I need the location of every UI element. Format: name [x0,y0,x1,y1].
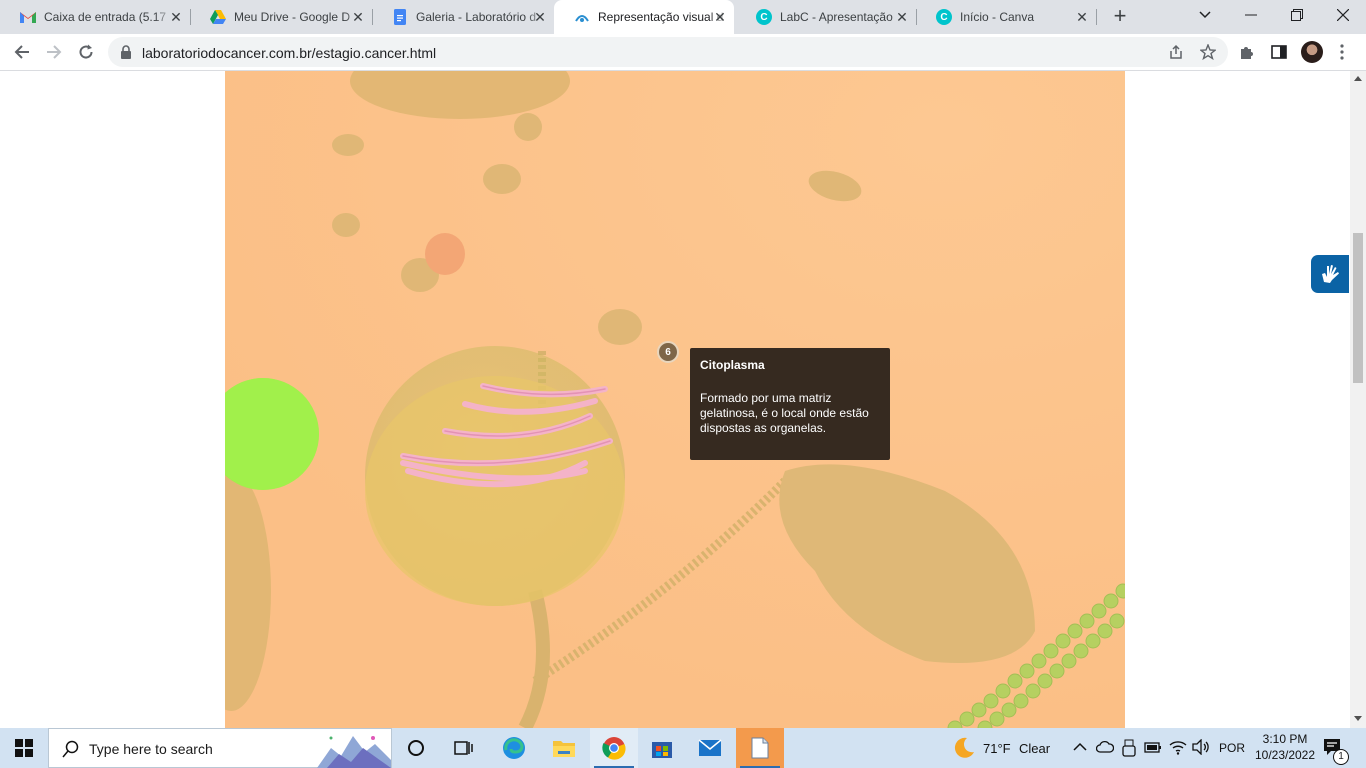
hotspot-marker[interactable]: 6 [657,341,679,363]
close-tab-icon[interactable]: ✕ [1074,9,1090,25]
onedrive-cloud-icon[interactable] [1095,740,1115,757]
arrow-left-icon [14,45,29,59]
reload-button[interactable] [72,38,100,66]
microsoft-store-app[interactable] [638,728,686,768]
reload-icon [79,44,93,59]
canva-icon: C [756,9,772,25]
close-tab-icon[interactable]: ✕ [894,9,910,25]
chevron-up-icon[interactable] [1073,741,1087,755]
arrow-right-icon [47,45,62,59]
clock-date: 10/23/2022 [1254,748,1316,762]
start-button[interactable] [0,728,48,768]
close-tab-icon[interactable]: ✕ [712,9,728,25]
taskbar-search-box[interactable]: Type here to search [48,728,392,768]
tab-inicio-canva[interactable]: C Início - Canva ✕ [916,0,1096,34]
canva-icon: C [936,9,952,25]
input-language[interactable]: POR [1219,741,1245,755]
store-icon [652,742,672,758]
tab-labc-apresentacao[interactable]: C LabC - Apresentação ✕ [736,0,916,34]
notification-count-badge: 1 [1333,749,1349,765]
document-icon [751,737,769,759]
cell-illustration: 6 Citoplasma Formado por uma matriz gela… [225,71,1125,728]
task-view-button[interactable] [392,728,440,768]
weather-condition[interactable]: Clear [1019,741,1050,756]
battery-icon[interactable] [1144,740,1162,757]
system-clock[interactable]: 3:10 PM 10/23/2022 [1245,731,1325,763]
web-page: 6 Citoplasma Formado por uma matriz gela… [0,71,1350,728]
folder-icon [553,741,575,757]
profile-avatar[interactable] [1301,41,1323,63]
tooltip-title: Citoplasma [700,358,765,372]
chrome-icon [602,737,626,760]
search-highlight-illustration [317,736,391,768]
page-scrollbar[interactable] [1350,71,1366,728]
windows-logo-icon [15,739,33,757]
url-text[interactable]: laboratoriodocancer.com.br/estagio.cance… [142,45,436,61]
task-view-app[interactable] [440,728,488,768]
side-panel-icon[interactable] [1269,42,1289,62]
chevron-down-icon [1199,11,1211,19]
wifi-icon[interactable] [1169,739,1187,758]
cell-artwork [225,71,1125,728]
edge-app[interactable] [490,728,538,768]
site-icon [574,9,590,25]
minimize-icon [1245,14,1257,16]
tab-google-drive[interactable]: Meu Drive - Google D ✕ [190,0,372,34]
close-icon [1337,9,1349,21]
minimize-button[interactable] [1228,0,1274,30]
tab-representacao-visual[interactable]: Representação visual d ✕ [554,0,734,34]
mail-icon [698,739,722,756]
close-tab-icon[interactable]: ✕ [350,9,366,25]
hand-icon [1322,265,1339,283]
scroll-up-icon[interactable] [1354,76,1362,81]
volume-icon[interactable] [1192,738,1210,758]
kebab-menu-icon[interactable] [1332,42,1352,62]
forward-button[interactable] [40,38,68,66]
address-bar[interactable]: laboratoriodocancer.com.br/estagio.cance… [108,37,1228,67]
chrome-app[interactable] [590,728,638,768]
google-drive-icon [210,9,226,25]
extensions-puzzle-icon[interactable] [1237,42,1257,62]
tooltip-body: Formado por uma matriz gelatinosa, é o l… [700,391,869,435]
usb-device-icon[interactable] [1122,739,1136,760]
new-tab-button[interactable]: + [1108,5,1132,29]
tab-gmail[interactable]: Caixa de entrada (5.17 ✕ [0,0,190,34]
search-icon [62,740,79,758]
google-docs-icon [392,9,408,25]
restore-icon [1291,9,1303,21]
file-explorer-app[interactable] [540,728,588,768]
scroll-down-icon[interactable] [1354,716,1362,721]
windows-taskbar: Type here to search 71°F Clear POR 3:10 … [0,728,1366,768]
browser-toolbar: laboratoriodocancer.com.br/estagio.cance… [0,34,1366,71]
browser-tab-strip: Caixa de entrada (5.17 ✕ Meu Drive - Goo… [0,0,1366,34]
share-icon[interactable] [1167,43,1185,61]
organelle-tooltip: Citoplasma Formado por uma matriz gelati… [690,348,890,460]
back-button[interactable] [8,38,36,66]
tab-galeria[interactable]: Galeria - Laboratório d ✕ [372,0,554,34]
scrollbar-thumb[interactable] [1353,233,1363,383]
gmail-icon [20,9,36,25]
close-tab-icon[interactable]: ✕ [168,9,184,25]
edge-icon [503,737,525,759]
restore-button[interactable] [1274,0,1320,30]
clock-time: 3:10 PM [1262,732,1308,746]
weather-temperature[interactable]: 71°F [983,741,1011,756]
search-placeholder: Type here to search [89,741,213,757]
tab-search-button[interactable] [1182,0,1228,30]
mail-app[interactable] [686,728,734,768]
close-tab-icon[interactable]: ✕ [532,9,548,25]
lock-icon[interactable] [120,45,132,62]
sign-language-accessibility-button[interactable] [1311,255,1349,293]
close-window-button[interactable] [1320,0,1366,30]
cortana-circle-icon [408,740,424,756]
task-view-icon [454,741,473,755]
weather-moon-icon[interactable] [952,736,976,763]
notepad-app[interactable] [736,728,784,768]
bookmark-star-icon[interactable] [1199,43,1217,61]
